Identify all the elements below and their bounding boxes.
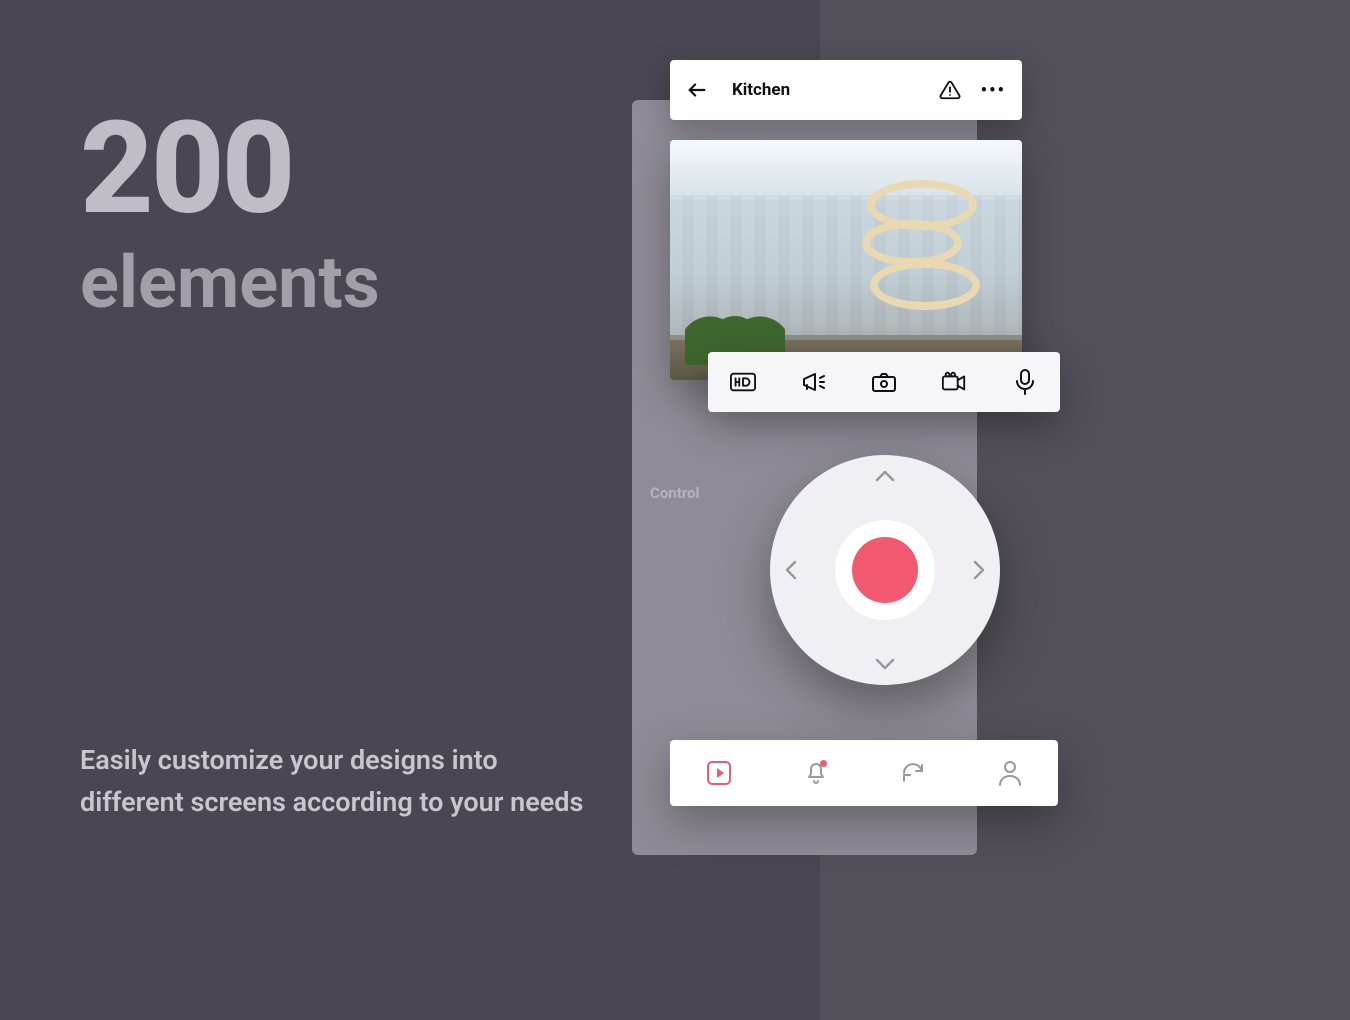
nav-play[interactable] xyxy=(704,758,734,788)
headline: 200 elements xyxy=(80,105,380,322)
mic-toggle[interactable] xyxy=(1012,371,1038,393)
user-icon xyxy=(997,759,1023,787)
pan-left-button[interactable] xyxy=(784,560,798,580)
media-controls-bar xyxy=(708,352,1060,412)
app-bar: Kitchen ••• xyxy=(670,60,1022,120)
speaker-toggle[interactable] xyxy=(801,371,827,393)
subtitle: Easily customize your designs into diffe… xyxy=(80,740,600,824)
chevron-left-icon xyxy=(784,560,798,580)
nav-notifications[interactable] xyxy=(801,758,831,788)
pan-center-button[interactable] xyxy=(835,520,935,620)
more-horizontal-icon: ••• xyxy=(981,80,1006,101)
headline-count: 200 xyxy=(80,105,380,233)
pan-up-button[interactable] xyxy=(875,469,895,483)
hd-toggle[interactable] xyxy=(730,371,756,393)
record-dot-icon xyxy=(852,537,918,603)
pan-tilt-control xyxy=(770,455,1000,685)
control-section-label: Control xyxy=(650,484,699,502)
headline-word: elements xyxy=(80,243,380,322)
chevron-up-icon xyxy=(875,469,895,483)
chevron-right-icon xyxy=(972,560,986,580)
nav-refresh[interactable] xyxy=(898,758,928,788)
pan-right-button[interactable] xyxy=(972,560,986,580)
alert-triangle-icon xyxy=(939,79,961,101)
chevron-down-icon xyxy=(875,657,895,671)
pan-down-button[interactable] xyxy=(875,657,895,671)
snapshot-button[interactable] xyxy=(871,371,897,393)
alert-button[interactable] xyxy=(939,79,961,101)
hd-icon xyxy=(730,372,756,392)
notification-badge xyxy=(820,760,827,767)
more-button[interactable]: ••• xyxy=(981,80,1006,101)
video-camera-icon xyxy=(941,371,967,393)
refresh-icon xyxy=(900,760,926,786)
nav-profile[interactable] xyxy=(995,758,1025,788)
megaphone-icon xyxy=(801,370,827,394)
microphone-icon xyxy=(1015,369,1035,395)
appbar-title: Kitchen xyxy=(732,80,790,100)
arrow-left-icon xyxy=(686,79,708,101)
record-button[interactable] xyxy=(941,371,967,393)
camera-icon xyxy=(871,371,897,393)
camera-preview[interactable] xyxy=(670,140,1022,380)
play-icon xyxy=(705,759,733,787)
bottom-nav xyxy=(670,740,1058,806)
back-button[interactable] xyxy=(686,79,708,101)
